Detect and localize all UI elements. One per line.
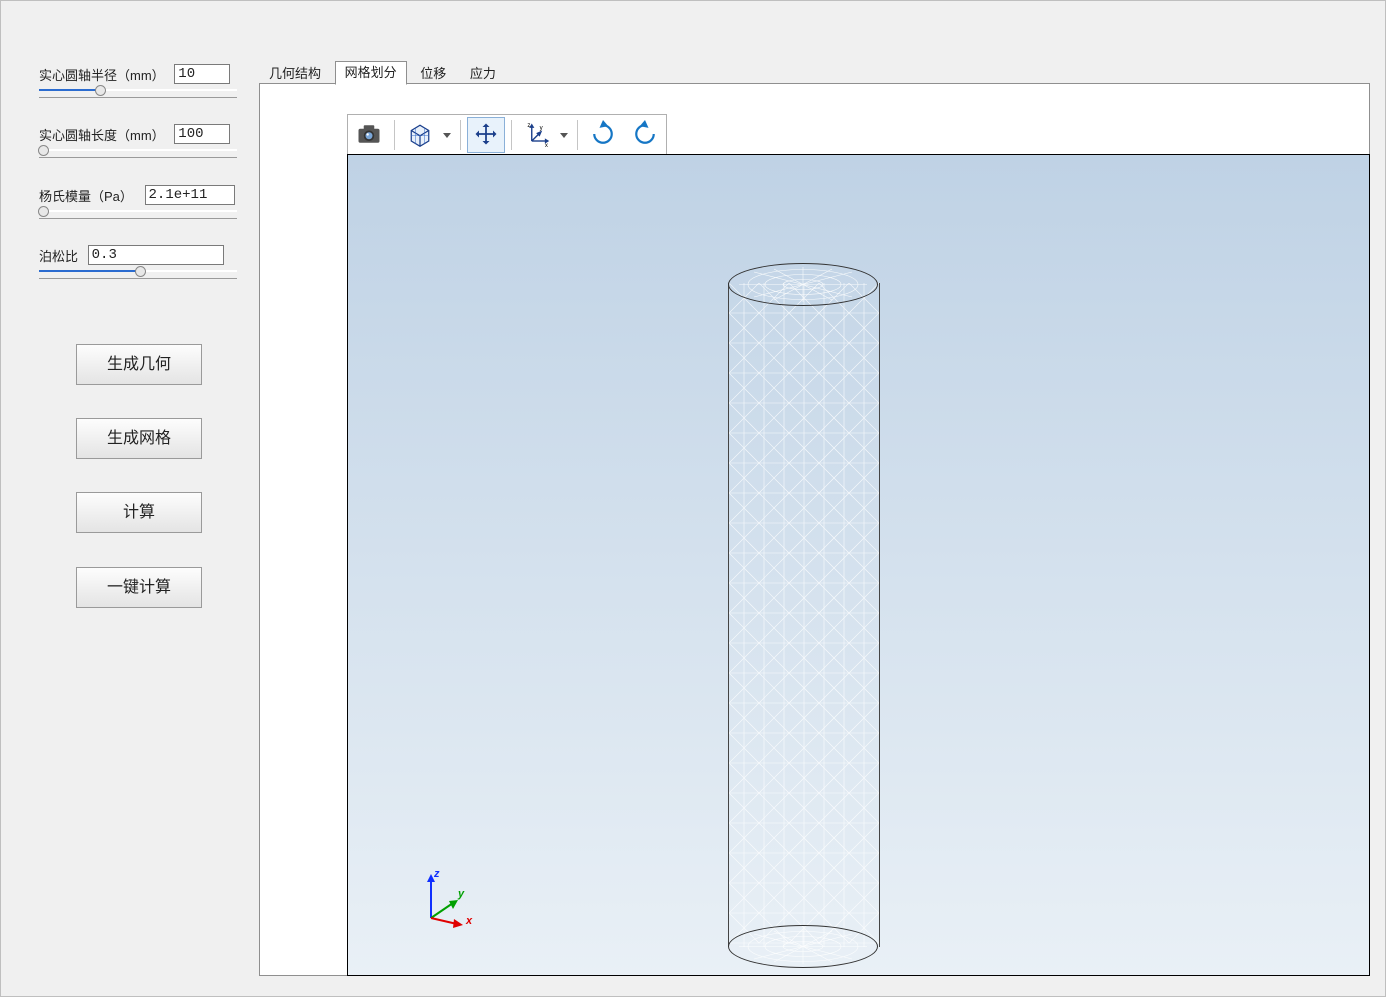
svg-text:x: x bbox=[545, 142, 548, 148]
cylinder-bottom-cap bbox=[728, 925, 878, 968]
cylinder-top-cap bbox=[728, 263, 878, 306]
render-style-button[interactable] bbox=[401, 117, 439, 153]
bottom-cap-mesh bbox=[729, 926, 877, 967]
mesh-wireframe bbox=[729, 283, 879, 947]
param-radius-slider[interactable] bbox=[39, 83, 237, 98]
move-icon bbox=[472, 120, 500, 151]
rotate-cw-icon bbox=[589, 120, 617, 151]
orient-axes-dropdown[interactable] bbox=[558, 118, 570, 152]
param-radius-input[interactable]: 10 bbox=[174, 64, 230, 84]
slider-thumb[interactable] bbox=[38, 206, 49, 217]
camera-icon bbox=[355, 120, 383, 151]
viewport-toolbar: z y x bbox=[347, 114, 667, 156]
axis-triad bbox=[413, 870, 473, 930]
tab-mesh[interactable]: 网格划分 bbox=[335, 61, 407, 85]
rotate-ccw-icon bbox=[631, 120, 659, 151]
cube-icon bbox=[406, 120, 434, 151]
viewport-3d[interactable]: z y x bbox=[347, 154, 1370, 976]
pan-button[interactable] bbox=[467, 117, 505, 153]
axis-label-z: z bbox=[434, 868, 440, 880]
main-area: 几何结构 网格划分 位移 应力 bbox=[259, 61, 1370, 976]
tab-stress[interactable]: 应力 bbox=[460, 63, 506, 85]
slider-thumb[interactable] bbox=[135, 266, 146, 277]
tab-displacement[interactable]: 位移 bbox=[410, 63, 456, 85]
left-panel: 实心圆轴半径（mm） 10 实心圆轴长度（mm） 100 杨氏模量（Pa） 2.… bbox=[1, 1, 259, 996]
app-window: 实心圆轴半径（mm） 10 实心圆轴长度（mm） 100 杨氏模量（Pa） 2.… bbox=[0, 0, 1386, 997]
cylinder-body bbox=[728, 283, 880, 947]
svg-text:z: z bbox=[527, 122, 530, 129]
generate-geometry-button[interactable]: 生成几何 bbox=[76, 344, 202, 385]
param-length-input[interactable]: 100 bbox=[174, 124, 230, 144]
param-poisson-input[interactable]: 0.3 bbox=[88, 245, 224, 265]
tab-bar: 几何结构 网格划分 位移 应力 bbox=[259, 61, 1370, 83]
tab-body: z y x bbox=[259, 83, 1370, 976]
param-poisson-slider[interactable] bbox=[39, 264, 237, 279]
param-young-input[interactable]: 2.1e+11 bbox=[145, 185, 235, 205]
cylinder-mesh bbox=[728, 265, 878, 965]
slider-thumb[interactable] bbox=[38, 145, 49, 156]
render-style-dropdown[interactable] bbox=[441, 118, 453, 152]
param-length-row: 实心圆轴长度（mm） 100 bbox=[39, 124, 239, 144]
param-poisson-label: 泊松比 bbox=[39, 246, 78, 265]
compute-button[interactable]: 计算 bbox=[76, 492, 202, 533]
one-click-compute-button[interactable]: 一键计算 bbox=[76, 567, 202, 608]
tab-geometry[interactable]: 几何结构 bbox=[259, 63, 331, 85]
slider-thumb[interactable] bbox=[95, 85, 106, 96]
param-radius-label: 实心圆轴半径（mm） bbox=[39, 65, 165, 84]
param-poisson-row: 泊松比 0.3 bbox=[39, 245, 239, 265]
param-length-slider[interactable] bbox=[39, 143, 237, 158]
rotate-ccw-button[interactable] bbox=[626, 117, 664, 153]
param-young-label: 杨氏模量（Pa） bbox=[39, 186, 133, 205]
axis-label-x: x bbox=[466, 915, 472, 927]
top-cap-mesh bbox=[729, 264, 877, 305]
svg-text:y: y bbox=[540, 124, 544, 131]
param-young-row: 杨氏模量（Pa） 2.1e+11 bbox=[39, 185, 239, 205]
snapshot-button[interactable] bbox=[350, 117, 388, 153]
rotate-cw-button[interactable] bbox=[584, 117, 622, 153]
axis-label-y: y bbox=[458, 888, 464, 900]
orient-axes-button[interactable]: z y x bbox=[518, 117, 556, 153]
param-radius-row: 实心圆轴半径（mm） 10 bbox=[39, 64, 239, 84]
generate-mesh-button[interactable]: 生成网格 bbox=[76, 418, 202, 459]
param-length-label: 实心圆轴长度（mm） bbox=[39, 125, 165, 144]
axes-icon: z y x bbox=[523, 120, 551, 151]
param-young-slider[interactable] bbox=[39, 204, 237, 219]
